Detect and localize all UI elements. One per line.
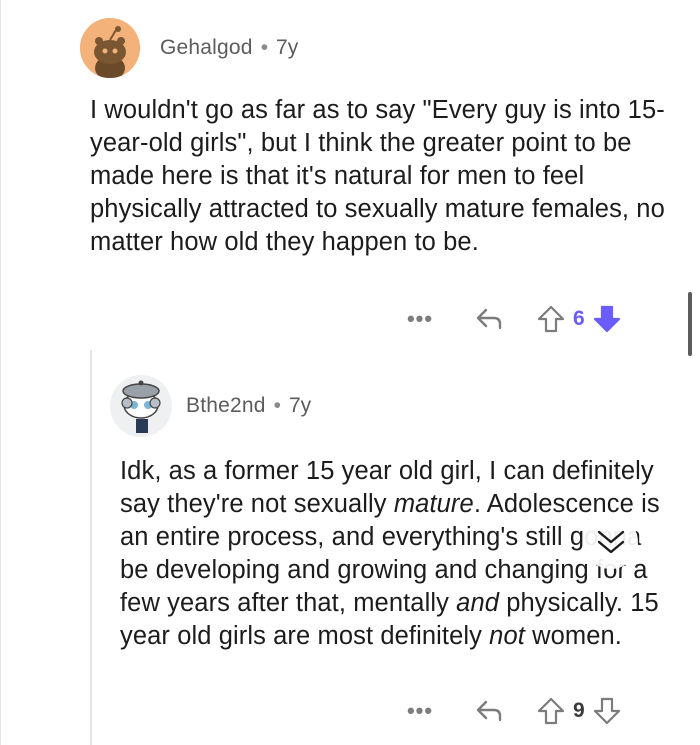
more-options-button[interactable]: ••• — [405, 306, 435, 332]
comment-age: 7y — [289, 394, 312, 417]
reply-arrow-icon — [476, 700, 502, 722]
text-emphasis: not — [489, 622, 525, 650]
upvote-arrow-icon — [537, 697, 565, 725]
text-emphasis: mature — [393, 490, 474, 518]
scrollbar[interactable] — [688, 292, 692, 356]
reply-button[interactable] — [469, 306, 509, 332]
username[interactable]: Gehalgod — [160, 36, 253, 60]
upvote-button[interactable] — [537, 304, 565, 334]
more-options-button[interactable]: ••• — [405, 698, 435, 724]
comment-actions: ••• 9 — [405, 696, 621, 726]
vote-count: 9 — [573, 699, 585, 722]
upvote-arrow-icon — [537, 305, 565, 333]
downvote-arrow-icon — [593, 305, 620, 333]
comment-actions: ••• 6 — [405, 304, 621, 334]
page-edge — [0, 0, 1, 745]
comment-header: Gehalgod • 7y — [80, 18, 670, 78]
avatar[interactable] — [80, 18, 140, 78]
downvote-arrow-icon — [593, 697, 620, 725]
text-emphasis: and — [456, 589, 500, 617]
custom-snoo-avatar-icon — [110, 375, 172, 437]
separator-dot: • — [260, 36, 269, 59]
downvote-button[interactable] — [593, 696, 621, 726]
thread-line[interactable] — [90, 350, 92, 745]
text-segment: women. — [524, 622, 622, 650]
downvote-button[interactable] — [593, 304, 621, 334]
comment-header: Bthe2nd • 7y — [110, 375, 670, 437]
comment-age: 7y — [276, 36, 299, 59]
reply-arrow-icon — [476, 308, 502, 330]
collapse-thread-button[interactable] — [584, 515, 638, 569]
vote-count: 6 — [573, 307, 585, 330]
snoo-avatar-icon — [80, 18, 140, 78]
comment-reply: Bthe2nd • 7y Idk, as a former 15 year ol… — [110, 375, 670, 653]
separator-dot: • — [273, 394, 281, 417]
comment: Gehalgod • 7y I wouldn't go as far as to… — [80, 18, 670, 259]
avatar[interactable] — [110, 375, 172, 437]
upvote-button[interactable] — [537, 696, 565, 726]
reply-button[interactable] — [469, 698, 509, 724]
username[interactable]: Bthe2nd — [186, 394, 266, 418]
double-chevron-down-icon — [597, 530, 625, 554]
comment-text: I wouldn't go as far as to say "Every gu… — [90, 96, 665, 256]
